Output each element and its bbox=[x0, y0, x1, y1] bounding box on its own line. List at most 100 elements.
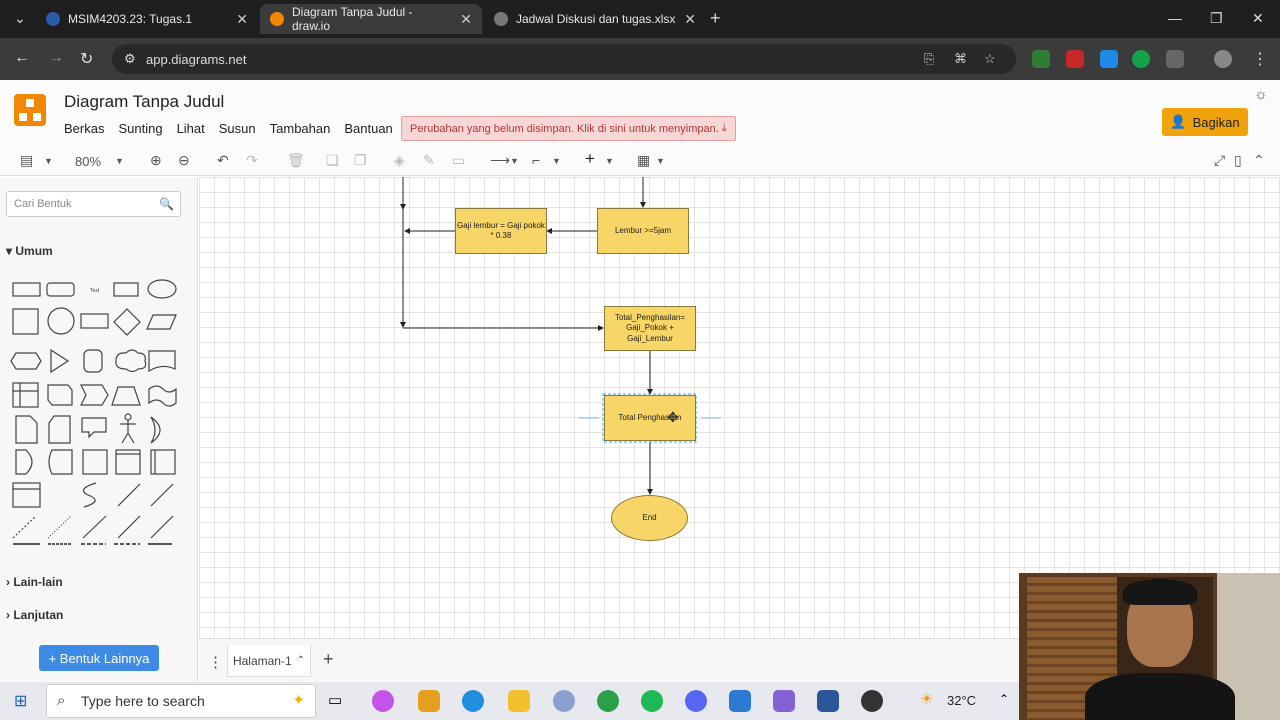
close-icon[interactable]: ✕ bbox=[236, 11, 248, 28]
tab-xlsx[interactable]: Jadwal Diskusi dan tugas.xlsx ✕ bbox=[484, 4, 706, 34]
node-total-income-output[interactable]: Total Penghasilan bbox=[604, 395, 696, 441]
fullscreen-icon[interactable]: ⤢ bbox=[1214, 152, 1225, 169]
page-label: Halaman-1 bbox=[232, 653, 292, 668]
menu-view[interactable]: Lihat bbox=[177, 121, 205, 136]
spotify-icon[interactable] bbox=[641, 690, 663, 712]
node-total-income-calc[interactable]: Total_Penghasilan= Gaji_Pokok + Gaji_Lem… bbox=[604, 306, 696, 351]
connection-icon[interactable]: ⟶ bbox=[490, 152, 510, 169]
task-view-icon[interactable]: ▭ bbox=[328, 691, 342, 709]
app-icon[interactable] bbox=[773, 690, 795, 712]
extension-icon[interactable] bbox=[1032, 50, 1050, 68]
section-advanced[interactable]: › Lanjutan bbox=[6, 608, 63, 622]
back-icon[interactable]: ← bbox=[14, 49, 30, 67]
section-misc[interactable]: › Lain-lain bbox=[6, 575, 63, 589]
waypoints-icon[interactable]: ⌐ bbox=[532, 152, 540, 168]
minimize-icon[interactable]: — bbox=[1168, 10, 1182, 26]
theme-icon[interactable]: ☼ bbox=[1254, 86, 1268, 103]
site-info-icon[interactable]: ⚙ bbox=[124, 51, 136, 67]
unsaved-changes-notice[interactable]: Perubahan yang belum disimpan. Klik di s… bbox=[401, 116, 736, 141]
window-close-icon[interactable]: ✕ bbox=[1252, 10, 1264, 27]
format-panel-icon[interactable]: ▤ bbox=[20, 152, 33, 169]
extensions-puzzle-icon[interactable] bbox=[1166, 50, 1184, 68]
chevron-down-icon[interactable]: ▼ bbox=[552, 156, 561, 166]
menu-icon[interactable]: ⋮ bbox=[1252, 49, 1268, 69]
translate-icon[interactable]: ⌘ bbox=[954, 51, 967, 67]
bookmark-star-icon[interactable]: ☆ bbox=[984, 51, 996, 67]
undo-icon[interactable]: ↶ bbox=[217, 152, 229, 169]
shape-search-input[interactable]: Cari Bentuk 🔍 bbox=[6, 191, 181, 217]
app-r-icon[interactable] bbox=[553, 690, 575, 712]
collapse-icon[interactable]: ⌃ bbox=[1253, 152, 1265, 169]
file-explorer-icon[interactable] bbox=[508, 690, 530, 712]
tab-page-1[interactable]: Halaman-1 ⌃ bbox=[227, 645, 311, 677]
windows-start-icon[interactable]: ⊞ bbox=[14, 691, 27, 711]
fill-color-icon[interactable]: ◈ bbox=[394, 152, 405, 169]
section-general[interactable]: ▾ Umum bbox=[6, 244, 53, 258]
chevron-down-icon[interactable]: ▼ bbox=[510, 156, 519, 166]
menu-help[interactable]: Bantuan bbox=[344, 121, 392, 136]
forward-icon[interactable]: → bbox=[48, 49, 64, 67]
tab-msim[interactable]: MSIM4203.23: Tugas.1 ✕ bbox=[36, 4, 258, 34]
taskbar-search-input[interactable]: ⌕ Type here to search ✦ bbox=[46, 684, 316, 718]
chrome-icon[interactable] bbox=[597, 690, 619, 712]
install-icon[interactable]: ⎘ bbox=[924, 51, 934, 67]
discord-icon[interactable] bbox=[685, 690, 707, 712]
connector-palette[interactable] bbox=[6, 535, 186, 555]
shadow-icon[interactable]: ▭ bbox=[452, 152, 465, 169]
sublime-icon[interactable] bbox=[418, 690, 440, 712]
node-overtime-pay[interactable]: Gaji lembur = Gaji pokok * 0.38 bbox=[455, 208, 547, 254]
tab-title: Diagram Tanpa Judul - draw.io bbox=[292, 5, 413, 33]
url-field[interactable]: ⚙ app.diagrams.net ⎘ ⌘ ☆ bbox=[112, 44, 1016, 74]
extension-icon[interactable] bbox=[1066, 50, 1084, 68]
shapes-sidebar: Cari Bentuk 🔍 ▾ Umum Text › Lain-lain › … bbox=[0, 177, 198, 682]
zoom-out-icon[interactable]: ⊖ bbox=[178, 152, 190, 169]
to-front-icon[interactable]: ❏ bbox=[326, 152, 339, 169]
grammarly-icon[interactable] bbox=[1132, 50, 1150, 68]
document-title[interactable]: Diagram Tanpa Judul bbox=[64, 92, 224, 112]
zoom-in-icon[interactable]: ⊕ bbox=[150, 152, 162, 169]
new-tab-button[interactable]: + bbox=[710, 8, 721, 29]
delete-icon[interactable]: 🗑 bbox=[287, 152, 305, 169]
menu-edit[interactable]: Sunting bbox=[118, 121, 162, 136]
diagram-canvas[interactable]: Gaji lembur = Gaji pokok * 0.38 Lembur >… bbox=[199, 177, 1280, 638]
temperature[interactable]: 32°C bbox=[947, 693, 976, 708]
chevron-down-icon[interactable]: ▼ bbox=[115, 156, 124, 166]
redo-icon[interactable]: ↷ bbox=[246, 152, 258, 169]
pages-menu-icon[interactable]: ⋮ bbox=[208, 653, 223, 671]
close-icon[interactable]: ✕ bbox=[684, 11, 696, 28]
chevron-down-icon[interactable]: ▼ bbox=[605, 156, 614, 166]
format-toggle-icon[interactable]: ▯ bbox=[1234, 152, 1242, 169]
add-page-button[interactable]: + bbox=[323, 649, 334, 670]
tab-drawio[interactable]: Diagram Tanpa Judul - draw.io ✕ bbox=[260, 4, 482, 34]
to-back-icon[interactable]: ❐ bbox=[354, 152, 367, 169]
node-end[interactable]: End bbox=[611, 495, 688, 541]
reload-icon[interactable]: ↻ bbox=[80, 49, 93, 69]
node-overtime-check[interactable]: Lembur >=5jam bbox=[597, 208, 689, 254]
zoom-level[interactable]: 80% bbox=[75, 154, 101, 169]
maximize-icon[interactable]: ❐ bbox=[1210, 10, 1223, 27]
chevron-up-icon[interactable]: ⌃ bbox=[297, 655, 305, 666]
webcam-overlay bbox=[1019, 573, 1280, 720]
line-color-icon[interactable]: ✎ bbox=[423, 152, 435, 169]
app-icon[interactable] bbox=[861, 690, 883, 712]
profile-avatar[interactable] bbox=[1214, 50, 1232, 68]
menu-file[interactable]: Berkas bbox=[64, 121, 104, 136]
insert-icon[interactable]: + bbox=[585, 149, 595, 169]
chevron-down-icon[interactable]: ▼ bbox=[656, 156, 665, 166]
share-button[interactable]: 👤 Bagikan bbox=[1162, 108, 1248, 136]
tab-search-icon[interactable]: ⌄ bbox=[14, 10, 26, 27]
table-icon[interactable]: ▦ bbox=[637, 152, 650, 169]
menu-arrange[interactable]: Susun bbox=[219, 121, 256, 136]
copilot-icon[interactable] bbox=[372, 690, 394, 712]
menu-extras[interactable]: Tambahan bbox=[270, 121, 331, 136]
screenshot-icon[interactable] bbox=[1100, 50, 1118, 68]
shape-palette[interactable]: Text bbox=[6, 273, 186, 553]
chevron-down-icon[interactable]: ▼ bbox=[44, 156, 53, 166]
word-icon[interactable] bbox=[817, 690, 839, 712]
more-shapes-button[interactable]: + Bentuk Lainnya bbox=[39, 645, 159, 671]
vscode-icon[interactable] bbox=[729, 690, 751, 712]
edge-icon[interactable] bbox=[462, 690, 484, 712]
close-icon[interactable]: ✕ bbox=[460, 11, 472, 28]
search-icon[interactable]: 🔍 bbox=[159, 197, 174, 211]
chevron-up-icon[interactable]: ⌃ bbox=[999, 692, 1009, 706]
